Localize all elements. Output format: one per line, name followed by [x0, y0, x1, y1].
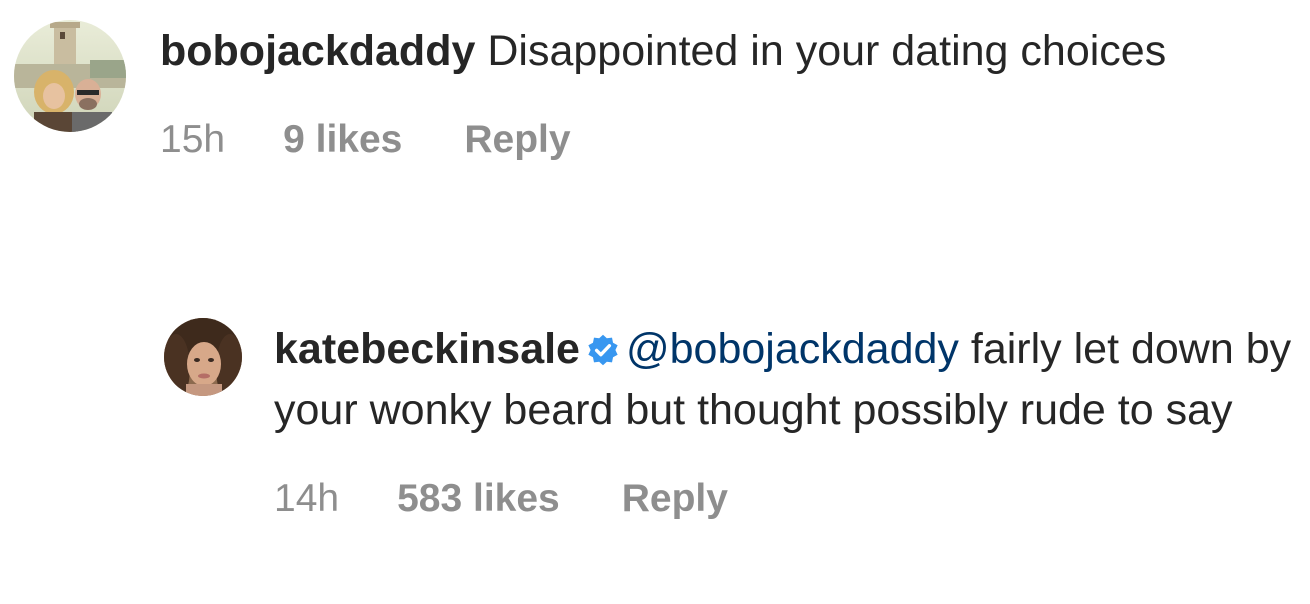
reply-meta: 14h 583 likes Reply — [274, 477, 1294, 521]
reply-text: katebeckinsale @bobojackdaddy fairly let … — [274, 321, 1294, 439]
comment-item: bobojackdaddy Disappointed in your datin… — [14, 20, 1294, 162]
avatar-photo — [164, 318, 242, 396]
reply-item: katebeckinsale @bobojackdaddy fairly let … — [164, 318, 1294, 521]
reply-timestamp: 14h — [274, 477, 340, 520]
reply-username[interactable]: katebeckinsale — [274, 325, 580, 373]
comment-meta: 15h 9 likes Reply — [160, 118, 1294, 162]
avatar-photo — [14, 20, 126, 132]
commenter-avatar[interactable] — [14, 20, 126, 132]
comment-like-count[interactable]: 9 likes — [283, 118, 402, 162]
comment-timestamp: 15h — [160, 118, 226, 161]
reply-mention-link[interactable]: @bobojackdaddy — [626, 325, 959, 373]
comment-text: bobojackdaddy Disappointed in your datin… — [160, 23, 1294, 80]
reply-button[interactable]: Reply — [622, 477, 728, 521]
comment-username[interactable]: bobojackdaddy — [160, 27, 475, 75]
comment-body: bobojackdaddy Disappointed in your datin… — [160, 20, 1294, 162]
reply-like-count[interactable]: 583 likes — [397, 477, 560, 521]
reply-button[interactable]: Reply — [464, 118, 570, 162]
verified-badge-icon — [586, 325, 620, 382]
replier-avatar[interactable] — [164, 318, 242, 396]
reply-body: katebeckinsale @bobojackdaddy fairly let … — [274, 318, 1294, 521]
comment-message: Disappointed in your dating choices — [475, 27, 1167, 75]
